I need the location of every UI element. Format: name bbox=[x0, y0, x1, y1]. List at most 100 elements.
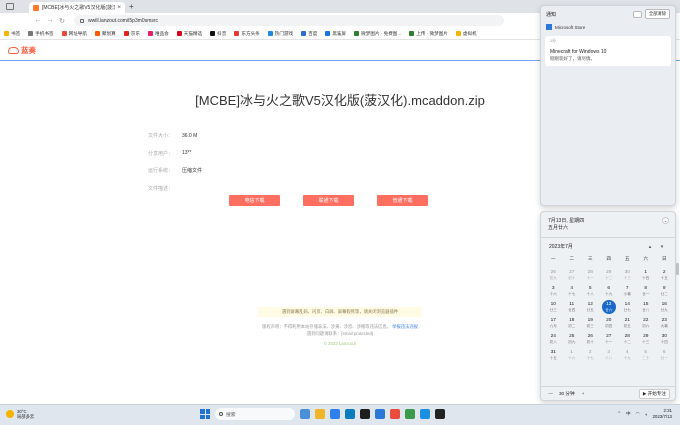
next-month-icon[interactable]: ▼ bbox=[656, 244, 668, 249]
reload-button[interactable]: ↻ bbox=[56, 17, 68, 25]
bookmark-item[interactable]: 抖音 bbox=[210, 31, 226, 37]
weather-widget[interactable]: 30°C 局部多云 bbox=[6, 409, 34, 419]
unicom-download-button[interactable]: 联通下载 bbox=[303, 195, 354, 206]
browser-tab[interactable]: [MCBE]冰与火之歌V5汉化版(菠汉化... × bbox=[29, 2, 125, 13]
calendar-day[interactable]: 27 十一 bbox=[600, 332, 619, 348]
app-icon[interactable] bbox=[420, 409, 430, 419]
edge-icon[interactable] bbox=[330, 409, 340, 419]
bookmark-item[interactable]: 东方头条 bbox=[234, 31, 260, 37]
url-input[interactable]: wwill.lanzout.com/i5p3m0smsrc bbox=[74, 15, 504, 26]
calendar-day[interactable]: 26 初十 bbox=[581, 332, 600, 348]
back-button[interactable]: ← bbox=[32, 17, 44, 24]
focus-increase-button[interactable]: + bbox=[579, 391, 588, 396]
calendar-day[interactable]: 1 十六 bbox=[563, 348, 582, 364]
taskbar-search-input[interactable]: 搜索 bbox=[215, 408, 295, 420]
calendar-day[interactable]: 27 初十 bbox=[563, 268, 582, 284]
start-windows-icon[interactable] bbox=[200, 409, 210, 419]
tray-overflow-chevron-icon[interactable]: ⌃ bbox=[617, 411, 621, 417]
calendar-day-today[interactable]: 13 廿六 bbox=[601, 300, 616, 314]
calendar-day[interactable]: 24 初八 bbox=[544, 332, 563, 348]
calendar-day[interactable]: 2 十七 bbox=[581, 348, 600, 364]
calendar-day[interactable]: 7 小暑 bbox=[618, 284, 637, 300]
bookmark-item[interactable]: 唯品会 bbox=[147, 31, 169, 37]
bookmark-item[interactable]: 聚划算 bbox=[94, 31, 116, 37]
tab-actions-icon[interactable] bbox=[6, 3, 14, 10]
bookmark-item[interactable]: 书签 bbox=[4, 31, 20, 37]
forward-button[interactable]: → bbox=[44, 17, 56, 24]
calendar-day[interactable]: 5 二十 bbox=[637, 348, 656, 364]
normal-download-button[interactable]: 普通下载 bbox=[377, 195, 428, 206]
terminal-icon[interactable] bbox=[360, 409, 370, 419]
tab-close-icon[interactable]: × bbox=[117, 5, 121, 11]
calendar-day[interactable]: 3 十八 bbox=[600, 348, 619, 364]
calendar-day[interactable]: 20 初四 bbox=[600, 316, 619, 332]
calendar-day[interactable]: 10 廿三 bbox=[544, 300, 563, 316]
calendar-day[interactable]: 6 十九 bbox=[600, 284, 619, 300]
calendar-day[interactable]: 29 十三 bbox=[637, 332, 656, 348]
bookmark-item[interactable]: 黑鲨屏 bbox=[325, 31, 346, 37]
calendar-month-label[interactable]: 2023年7月 bbox=[549, 243, 644, 250]
calendar-day[interactable]: 2 十五 bbox=[655, 268, 674, 284]
calendar-day[interactable]: 16 廿九 bbox=[655, 300, 674, 316]
phone-link-icon[interactable] bbox=[405, 409, 415, 419]
site-logo[interactable]: 蓝奏 bbox=[21, 45, 36, 56]
collapse-chevron-icon[interactable]: ⌄ bbox=[662, 217, 669, 224]
notification-card[interactable]: 1分 Minecraft for Windows 10 刚刚装好了，请尽情。 bbox=[545, 36, 671, 66]
taskbar-clock[interactable]: 2:31 2023/7/13 bbox=[652, 408, 672, 420]
calendar-day[interactable]: 3 十六 bbox=[544, 284, 563, 300]
store-icon[interactable] bbox=[375, 409, 385, 419]
calendar-day[interactable]: 17 六月 bbox=[544, 316, 563, 332]
calendar-day[interactable]: 22 初六 bbox=[637, 316, 656, 332]
bookmark-item[interactable]: 网址导航 bbox=[61, 31, 87, 37]
calendar-day[interactable]: 25 初九 bbox=[563, 332, 582, 348]
calendar-day[interactable]: 15 廿八 bbox=[637, 300, 656, 316]
start-focus-button[interactable]: ▶ 开始专注 bbox=[638, 388, 670, 399]
bookmark-item[interactable]: 手机书签 bbox=[28, 31, 54, 37]
calendar-day[interactable]: 14 廿七 bbox=[618, 300, 637, 316]
calendar-day[interactable]: 5 十八 bbox=[581, 284, 600, 300]
calendar-day[interactable]: 6 廿一 bbox=[655, 348, 674, 364]
previous-month-icon[interactable]: ▲ bbox=[644, 244, 656, 249]
calendar-day[interactable]: 28 十二 bbox=[618, 332, 637, 348]
calendar-day[interactable]: 1 十四 bbox=[637, 268, 656, 284]
calendar-day[interactable]: 23 大暑 bbox=[655, 316, 674, 332]
bookmark-item[interactable]: 百度 bbox=[301, 31, 317, 37]
bookmark-item[interactable]: 上传 · 微梦图片 bbox=[409, 31, 448, 37]
calendar-day[interactable]: 8 廿一 bbox=[637, 284, 656, 300]
calendar-day[interactable]: 9 廿二 bbox=[655, 284, 674, 300]
do-not-disturb-icon[interactable] bbox=[632, 10, 642, 18]
chrome-icon[interactable] bbox=[390, 409, 400, 419]
calendar-day[interactable]: 30 十三 bbox=[618, 268, 637, 284]
task-view-icon[interactable] bbox=[300, 409, 310, 419]
clear-all-button[interactable]: 全部清除 bbox=[644, 9, 670, 19]
bookmark-item[interactable]: 虚拟机 bbox=[455, 31, 477, 37]
wifi-icon[interactable]: ◠ bbox=[636, 411, 640, 417]
calendar-day[interactable]: 18 初二 bbox=[563, 316, 582, 332]
focus-decrease-button[interactable]: — bbox=[546, 391, 555, 396]
calendar-day[interactable]: 28 十一 bbox=[581, 268, 600, 284]
calendar-day[interactable]: 19 初三 bbox=[581, 316, 600, 332]
calendar-day[interactable]: 26 初九 bbox=[544, 268, 563, 284]
bookmark-item[interactable]: 热门游戏 bbox=[267, 31, 293, 37]
lunar-day: 初九 bbox=[568, 339, 576, 344]
file-explorer-icon[interactable] bbox=[315, 409, 325, 419]
calendar-day[interactable]: 11 廿四 bbox=[563, 300, 582, 316]
calendar-day[interactable]: 29 十二 bbox=[600, 268, 619, 284]
input-language-indicator[interactable]: 中 bbox=[626, 411, 631, 417]
calendar-day[interactable]: 21 初五 bbox=[618, 316, 637, 332]
scrollbar-thumb[interactable] bbox=[676, 263, 679, 275]
report-link[interactable]: 举报违法违规 bbox=[392, 324, 418, 329]
telecom-download-button[interactable]: 电信下载 bbox=[229, 195, 280, 206]
edge-dev-icon[interactable] bbox=[345, 409, 355, 419]
app-icon[interactable] bbox=[435, 409, 445, 419]
bookmark-item[interactable]: 微梦图片 · 免费图... bbox=[354, 31, 401, 37]
calendar-day[interactable]: 12 廿五 bbox=[581, 300, 600, 316]
calendar-day[interactable]: 4 十九 bbox=[618, 348, 637, 364]
new-tab-button[interactable]: + bbox=[129, 2, 134, 11]
calendar-day[interactable]: 31 十五 bbox=[544, 348, 563, 364]
bookmark-item[interactable]: 京东 bbox=[123, 31, 140, 37]
calendar-day[interactable]: 30 十四 bbox=[655, 332, 674, 348]
calendar-day[interactable]: 4 十七 bbox=[563, 284, 582, 300]
bookmark-item[interactable]: 天猫精选 bbox=[176, 31, 202, 37]
speaker-icon[interactable]: ◖ bbox=[645, 412, 648, 417]
